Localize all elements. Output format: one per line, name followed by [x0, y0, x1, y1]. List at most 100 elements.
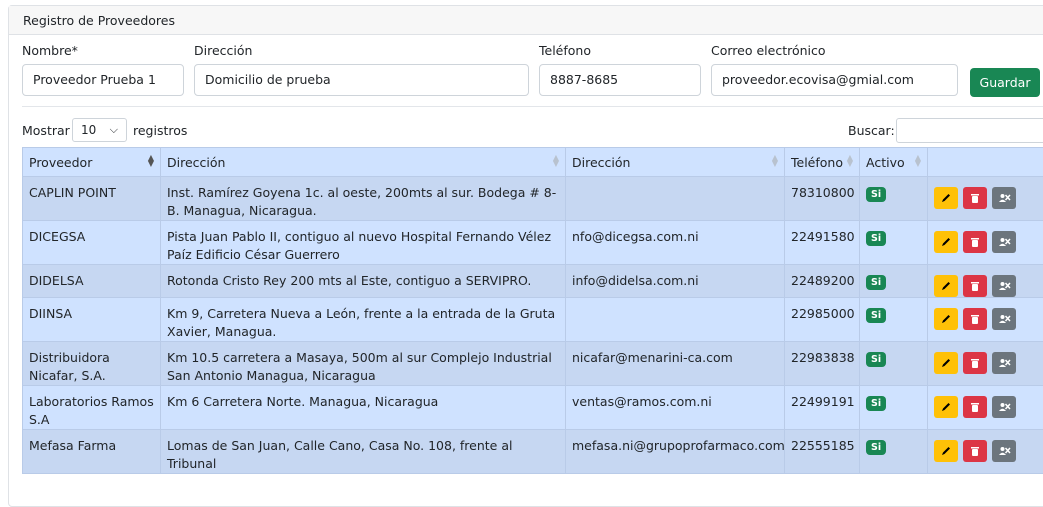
table-header-row: Proveedor▲▼ Dirección▲▼ Dirección▲▼ Telé…: [23, 148, 1043, 177]
proveedor-cell: Mefasa Farma: [23, 430, 161, 474]
delete-button[interactable]: [963, 352, 987, 374]
trash-icon: [969, 445, 981, 457]
edit-button[interactable]: [934, 396, 958, 418]
table-row: CAPLIN POINT Inst. Ramírez Goyena 1c. al…: [23, 177, 1043, 221]
active-cell: Si: [860, 177, 928, 221]
edit-button[interactable]: [934, 352, 958, 374]
records-label: registros: [133, 123, 187, 138]
active-cell: Si: [860, 430, 928, 474]
deactivate-button[interactable]: [992, 231, 1016, 253]
deactivate-icon: [998, 357, 1011, 369]
pencil-icon: [940, 236, 952, 248]
divider: [22, 106, 1043, 107]
pencil-icon: [940, 313, 952, 325]
edit-button[interactable]: [934, 308, 958, 330]
edit-button[interactable]: [934, 187, 958, 209]
delete-button[interactable]: [963, 187, 987, 209]
deactivate-icon: [998, 280, 1011, 292]
column-header-direccion[interactable]: Dirección▲▼: [161, 148, 566, 177]
deactivate-button[interactable]: [992, 396, 1016, 418]
email-cell: nfo@dicegsa.com.ni: [566, 221, 785, 265]
address-cell: Km 10.5 carretera a Masaya, 500m al sur …: [161, 342, 566, 386]
proveedor-cell: DICEGSA: [23, 221, 161, 265]
active-cell: Si: [860, 342, 928, 386]
delete-button[interactable]: [963, 275, 987, 297]
proveedor-cell: Laboratorios Ramos S.A: [23, 386, 161, 430]
email-cell: nicafar@menarini-ca.com: [566, 342, 785, 386]
pencil-icon: [940, 445, 952, 457]
table-row: DIDELSA Rotonda Cristo Rey 200 mts al Es…: [23, 265, 1043, 298]
delete-button[interactable]: [963, 308, 987, 330]
active-cell: Si: [860, 221, 928, 265]
sort-icon: ▲▼: [148, 155, 154, 167]
trash-icon: [969, 236, 981, 248]
email-cell: ventas@ramos.com.ni: [566, 386, 785, 430]
nombre-label: Nombre*: [22, 43, 78, 58]
edit-button[interactable]: [934, 440, 958, 462]
actions-cell: [928, 298, 1043, 342]
delete-button[interactable]: [963, 396, 987, 418]
trash-icon: [969, 313, 981, 325]
sort-icon: ▲▼: [772, 155, 778, 167]
proveedor-cell: DIINSA: [23, 298, 161, 342]
deactivate-button[interactable]: [992, 440, 1016, 462]
show-label: Mostrar: [22, 123, 70, 138]
status-badge: Si: [866, 396, 886, 411]
delete-button[interactable]: [963, 440, 987, 462]
card-header: Registro de Proveedores: [9, 6, 1043, 35]
deactivate-button[interactable]: [992, 308, 1016, 330]
email-cell: [566, 298, 785, 342]
save-button[interactable]: Guardar: [970, 68, 1040, 97]
address-cell: Km 6 Carretera Norte. Managua, Nicaragua: [161, 386, 566, 430]
email-cell: info@didelsa.com.ni: [566, 265, 785, 298]
deactivate-icon: [998, 445, 1011, 457]
page-title: Registro de Proveedores: [23, 13, 175, 28]
search-input[interactable]: [896, 118, 1043, 143]
proveedor-cell: CAPLIN POINT: [23, 177, 161, 221]
chevron-down-icon: ⌵: [110, 119, 118, 141]
table-row: DIINSA Km 9, Carretera Nueva a León, fre…: [23, 298, 1043, 342]
column-header-activo[interactable]: Activo▲▼: [860, 148, 928, 177]
proveedor-cell: Distribuidora Nicafar, S.A.: [23, 342, 161, 386]
address-cell: Lomas de San Juan, Calle Cano, Casa No. …: [161, 430, 566, 474]
table-row: DICEGSA Pista Juan Pablo II, contiguo al…: [23, 221, 1043, 265]
pencil-icon: [940, 401, 952, 413]
column-header-correo[interactable]: Dirección▲▼: [566, 148, 785, 177]
edit-button[interactable]: [934, 231, 958, 253]
phone-cell: 22489200: [785, 265, 860, 298]
active-cell: Si: [860, 298, 928, 342]
direccion-input[interactable]: Domicilio de prueba: [194, 64, 529, 96]
sort-icon: ▲▼: [553, 155, 559, 167]
status-badge: Si: [866, 352, 886, 367]
column-header-acciones: [928, 148, 1043, 177]
proveedor-cell: DIDELSA: [23, 265, 161, 298]
address-cell: Pista Juan Pablo II, contiguo al nuevo H…: [161, 221, 566, 265]
status-badge: Si: [866, 440, 886, 455]
correo-input[interactable]: proveedor.ecovisa@gmial.com: [711, 64, 958, 96]
phone-cell: 22499191: [785, 386, 860, 430]
correo-label: Correo electrónico: [711, 43, 826, 58]
deactivate-button[interactable]: [992, 187, 1016, 209]
status-badge: Si: [866, 187, 886, 202]
column-header-telefono[interactable]: Teléfono▲▼: [785, 148, 860, 177]
table-row: Laboratorios Ramos S.A Km 6 Carretera No…: [23, 386, 1043, 430]
trash-icon: [969, 192, 981, 204]
pencil-icon: [940, 192, 952, 204]
deactivate-button[interactable]: [992, 352, 1016, 374]
phone-cell: 78310800: [785, 177, 860, 221]
deactivate-button[interactable]: [992, 275, 1016, 297]
edit-button[interactable]: [934, 275, 958, 297]
telefono-label: Teléfono: [539, 43, 591, 58]
trash-icon: [969, 401, 981, 413]
page-length-select[interactable]: 10 ⌵: [72, 118, 127, 142]
telefono-input[interactable]: 8887-8685: [539, 64, 701, 96]
actions-cell: [928, 386, 1043, 430]
column-header-proveedor[interactable]: Proveedor▲▼: [23, 148, 161, 177]
phone-cell: 22983838: [785, 342, 860, 386]
phone-cell: 22985000: [785, 298, 860, 342]
active-cell: Si: [860, 386, 928, 430]
nombre-input[interactable]: Proveedor Prueba 1: [22, 64, 184, 96]
delete-button[interactable]: [963, 231, 987, 253]
address-cell: Rotonda Cristo Rey 200 mts al Este, cont…: [161, 265, 566, 298]
deactivate-icon: [998, 401, 1011, 413]
